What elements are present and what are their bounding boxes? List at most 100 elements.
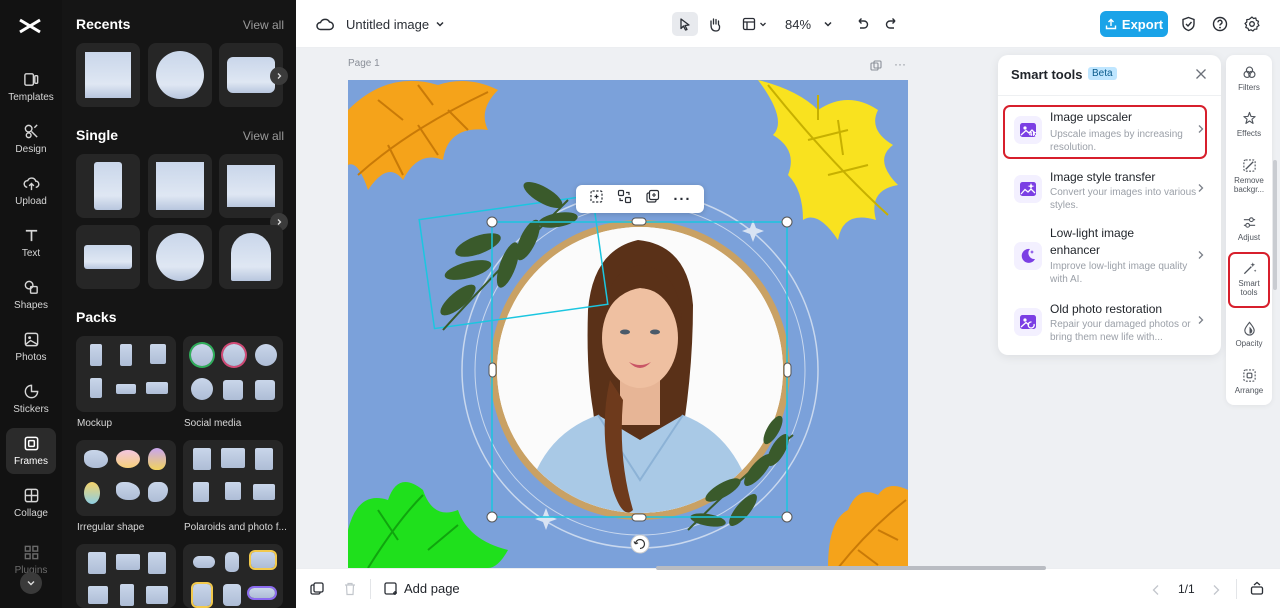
rail-item-stickers[interactable]: Stickers bbox=[6, 376, 56, 422]
document-title: Untitled image bbox=[346, 16, 430, 32]
pack-speech-bubbles[interactable] bbox=[183, 544, 283, 608]
cloud-sync-icon[interactable] bbox=[314, 12, 336, 36]
rail-label: Templates bbox=[8, 92, 54, 103]
tool-name: Low-light image enhancer bbox=[1050, 226, 1135, 257]
add-page-button[interactable]: Add page bbox=[384, 581, 460, 596]
document-title-button[interactable]: Untitled image bbox=[346, 12, 456, 36]
stickers-icon bbox=[24, 384, 38, 399]
collapse-rail-button[interactable] bbox=[20, 572, 42, 594]
rail-adjust-button[interactable]: Adjust bbox=[1226, 215, 1272, 242]
rail-item-text[interactable]: Text bbox=[6, 220, 56, 266]
crop-icon[interactable] bbox=[589, 189, 604, 209]
rail-label: Design bbox=[15, 144, 47, 155]
page-more-icon[interactable]: ··· bbox=[894, 57, 906, 71]
pack-label: Irregular shape bbox=[77, 522, 145, 533]
bottom-bar: Add page 1/1 bbox=[296, 566, 1280, 608]
yellow-leaf-top-right bbox=[758, 80, 898, 240]
shield-button[interactable] bbox=[1178, 12, 1198, 36]
recent-frame-square[interactable] bbox=[76, 43, 140, 107]
single-frame-arch[interactable] bbox=[219, 225, 283, 289]
duplicate-page-icon[interactable] bbox=[870, 59, 882, 77]
capcut-logo[interactable] bbox=[16, 12, 44, 40]
beta-badge: Beta bbox=[1088, 67, 1117, 80]
tool-description: Repair your damaged photos or bring them… bbox=[1050, 319, 1191, 343]
tool-image-style-transfer[interactable]: Image style transfer Convert your images… bbox=[1006, 165, 1213, 217]
single-frame-square[interactable] bbox=[148, 154, 212, 218]
undo-button[interactable] bbox=[852, 12, 872, 36]
expand-pages-button[interactable] bbox=[1250, 581, 1264, 600]
single-frame-portrait[interactable] bbox=[76, 154, 140, 218]
rail-item-frames[interactable]: Frames bbox=[6, 428, 56, 474]
single-frame-circle[interactable] bbox=[148, 225, 212, 289]
pack-torn-paper[interactable] bbox=[76, 544, 176, 608]
close-smart-tools-button[interactable] bbox=[1195, 67, 1207, 85]
element-floating-toolbar: ··· bbox=[576, 185, 704, 213]
help-button[interactable] bbox=[1210, 12, 1230, 36]
zoom-dropdown[interactable]: 84% bbox=[782, 12, 836, 36]
single-view-all-link[interactable]: View all bbox=[243, 129, 284, 143]
hand-tool-button[interactable] bbox=[704, 12, 726, 36]
settings-button[interactable] bbox=[1242, 12, 1262, 36]
recents-view-all-link[interactable]: View all bbox=[243, 18, 284, 32]
single-frame-wide[interactable] bbox=[76, 225, 140, 289]
more-options-icon[interactable]: ··· bbox=[673, 191, 691, 208]
artboard[interactable] bbox=[348, 80, 908, 568]
pack-mockup[interactable] bbox=[76, 336, 176, 412]
right-properties-rail: Filters Effects Remove backgr... Adjust … bbox=[1226, 55, 1272, 405]
copy-icon[interactable] bbox=[645, 189, 660, 209]
templates-icon bbox=[23, 73, 38, 86]
rail-effects-button[interactable]: Effects bbox=[1226, 111, 1272, 138]
rail-filters-button[interactable]: Filters bbox=[1226, 65, 1272, 92]
rail-item-shapes[interactable]: Shapes bbox=[6, 272, 56, 318]
rail-label: Photos bbox=[15, 352, 47, 363]
pack-label: Social media bbox=[184, 418, 242, 429]
chevron-right-icon bbox=[1197, 313, 1205, 328]
redo-button[interactable] bbox=[882, 12, 902, 36]
replace-image-icon[interactable] bbox=[617, 189, 632, 209]
rail-item-design[interactable]: Design bbox=[6, 116, 56, 162]
filters-icon bbox=[1243, 66, 1255, 79]
rail-remove-background-button[interactable]: Remove backgr... bbox=[1226, 158, 1272, 194]
rail-label: Remove backgr... bbox=[1233, 176, 1265, 194]
rail-item-templates[interactable]: Templates bbox=[6, 64, 56, 110]
page-thumbnails-button[interactable] bbox=[310, 582, 324, 601]
single-frame-landscape[interactable] bbox=[219, 154, 283, 218]
page-label: Page 1 bbox=[348, 58, 380, 69]
pack-social-media[interactable] bbox=[183, 336, 283, 412]
smart-tools-panel: Smart tools Beta 4K Image upscaler Upsca… bbox=[998, 55, 1221, 355]
upload-icon bbox=[23, 177, 39, 191]
recent-frame-circle[interactable] bbox=[148, 43, 212, 107]
recents-next-button[interactable] bbox=[270, 67, 288, 85]
recents-title: Recents bbox=[76, 16, 131, 32]
chevron-right-icon bbox=[1197, 181, 1205, 196]
frames-panel: Recents View all Single View all Packs M… bbox=[62, 0, 296, 608]
rail-arrange-button[interactable]: Arrange bbox=[1226, 368, 1272, 395]
select-tool-button[interactable] bbox=[672, 12, 698, 36]
tool-low-light-enhancer[interactable]: Low-light image enhancer Improve low-lig… bbox=[1006, 223, 1213, 291]
tool-name: Old photo restoration bbox=[1050, 302, 1163, 316]
horizontal-scrollbar[interactable] bbox=[656, 566, 1046, 570]
rail-item-collage[interactable]: Collage bbox=[6, 480, 56, 526]
previous-page-button[interactable] bbox=[1152, 583, 1160, 601]
tool-description: Improve low-light image quality with AI. bbox=[1050, 261, 1188, 285]
chevron-right-icon bbox=[1197, 248, 1205, 263]
adjust-icon bbox=[1243, 217, 1255, 228]
close-icon bbox=[1196, 69, 1206, 79]
rail-opacity-button[interactable]: Opacity bbox=[1226, 321, 1272, 348]
rail-label: Adjust bbox=[1237, 233, 1261, 242]
right-scrollbar[interactable] bbox=[1273, 160, 1277, 290]
pack-irregular-shape[interactable] bbox=[76, 440, 176, 516]
rail-item-upload[interactable]: Upload bbox=[6, 168, 56, 214]
tool-old-photo-restoration[interactable]: Old photo restoration Repair your damage… bbox=[1006, 297, 1213, 347]
layout-menu-button[interactable] bbox=[738, 12, 770, 36]
orange-leaf-top-left bbox=[348, 80, 498, 190]
rail-item-photos[interactable]: Photos bbox=[6, 324, 56, 370]
photo-restore-icon bbox=[1014, 308, 1042, 336]
rail-label: Upload bbox=[15, 196, 47, 207]
delete-page-button[interactable] bbox=[344, 582, 356, 601]
pack-polaroids[interactable] bbox=[183, 440, 283, 516]
shapes-icon bbox=[24, 280, 38, 294]
artboard-artwork bbox=[348, 80, 908, 568]
export-button[interactable]: Export bbox=[1100, 11, 1168, 37]
next-page-button[interactable] bbox=[1212, 583, 1220, 601]
